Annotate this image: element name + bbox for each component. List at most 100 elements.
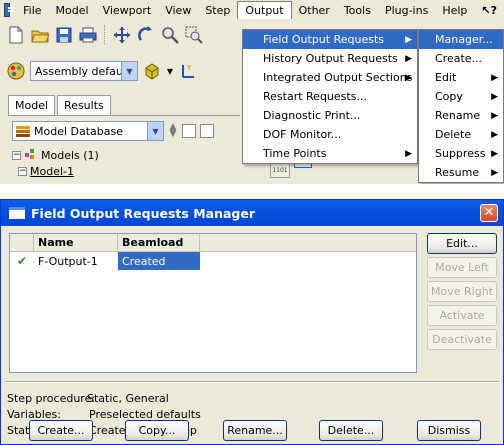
- menu-item-label: Time Points: [263, 147, 327, 160]
- dismiss-button[interactable]: Dismiss: [417, 420, 481, 441]
- rename-button[interactable]: Rename...: [223, 420, 287, 441]
- tab-results[interactable]: Results: [57, 95, 111, 115]
- open-folder-icon[interactable]: [30, 25, 50, 45]
- menu-item-dof-monitor[interactable]: DOF Monitor...: [243, 125, 417, 144]
- print-icon[interactable]: [78, 25, 98, 45]
- column-header-beamload[interactable]: Beamload: [118, 234, 200, 251]
- submenu-arrow-icon: ▶: [405, 53, 412, 64]
- model-tree: − Models (1) − Model-1: [12, 147, 99, 179]
- menu-item-diagnostic-print[interactable]: Diagnostic Print...: [243, 106, 417, 125]
- table-header: Name Beamload: [10, 234, 416, 252]
- menu-item-label: History Output Requests: [263, 52, 398, 65]
- box-zoom-icon[interactable]: [184, 25, 204, 45]
- menu-item-label: Resume: [435, 166, 480, 179]
- triad-icon[interactable]: Y: [178, 61, 198, 81]
- menu-model[interactable]: Model: [49, 2, 96, 19]
- submenu-arrow-icon: ▶: [491, 129, 498, 140]
- tree-row-models[interactable]: − Models (1): [12, 147, 99, 163]
- collapse-icon[interactable]: −: [18, 166, 27, 176]
- new-file-icon[interactable]: [6, 25, 26, 45]
- chevron-down-icon[interactable]: ▼: [121, 62, 137, 80]
- assembly-defaults-combo[interactable]: Assembly defaults ▼: [30, 61, 138, 81]
- menu-item-label: Integrated Output Sections: [263, 71, 413, 84]
- menu-item-label: Suppress: [435, 147, 486, 160]
- tree-filter-icon[interactable]: [182, 124, 196, 138]
- menu-item-label: Edit: [435, 71, 457, 84]
- create-button[interactable]: Create...: [29, 420, 93, 441]
- active-check-icon: ✔: [16, 254, 28, 268]
- menu-item-resume[interactable]: Resume ▶: [419, 163, 503, 182]
- app-menu-icon[interactable]: [4, 3, 15, 17]
- tab-model[interactable]: Model: [8, 95, 56, 115]
- menu-item-edit[interactable]: Edit ▶: [419, 68, 503, 87]
- copy-button[interactable]: Copy...: [125, 420, 189, 441]
- rotate-icon[interactable]: [136, 25, 156, 45]
- info-label: Variables:: [7, 407, 61, 421]
- menu-help[interactable]: Help: [435, 2, 474, 19]
- column-header-name[interactable]: Name: [34, 234, 118, 251]
- row-beamload-cell[interactable]: Created: [118, 252, 200, 270]
- dialog-titlebar[interactable]: Field Output Requests Manager ✕: [1, 200, 503, 226]
- table-row[interactable]: ✔ F-Output-1 Created: [10, 252, 416, 270]
- close-button[interactable]: ✕: [480, 204, 498, 222]
- collapse-icon[interactable]: −: [12, 150, 21, 160]
- check-column-header: [10, 234, 34, 251]
- whats-this-help-icon[interactable]: ↖?: [474, 2, 504, 19]
- edit-button[interactable]: Edit...: [427, 233, 497, 254]
- render-toolbar: Assembly defaults ▼ ▼ Y: [0, 58, 240, 84]
- menu-item-restart-requests[interactable]: Restart Requests...: [243, 87, 417, 106]
- submenu-arrow-icon: ▶: [405, 34, 412, 45]
- delete-button[interactable]: Delete...: [319, 420, 383, 441]
- menu-other[interactable]: Other: [292, 2, 337, 19]
- up-down-arrows-icon[interactable]: ▲ ▼: [168, 123, 178, 139]
- row-name-cell[interactable]: F-Output-1: [34, 252, 118, 270]
- tree-options-icon[interactable]: [200, 124, 214, 138]
- menu-output[interactable]: Output: [237, 1, 292, 19]
- menu-item-label: Create...: [435, 52, 483, 65]
- menu-item-field-output-requests[interactable]: Field Output Requests ▶: [243, 30, 417, 49]
- models-icon: [24, 147, 38, 164]
- menu-file[interactable]: File: [16, 2, 48, 19]
- menu-item-copy[interactable]: Copy ▶: [419, 87, 503, 106]
- menu-item-label: Diagnostic Print...: [263, 109, 361, 122]
- menu-item-label: DOF Monitor...: [263, 128, 342, 141]
- color-code-icon[interactable]: [6, 61, 26, 81]
- menu-item-label: Rename: [435, 109, 481, 122]
- chevron-down-icon[interactable]: ▼: [147, 122, 163, 140]
- menu-item-create[interactable]: Create...: [419, 49, 503, 68]
- abaqus-main-window: File Model Viewport View Step Output Oth…: [0, 0, 504, 184]
- menu-item-manager[interactable]: Manager...: [419, 30, 503, 49]
- pan-icon[interactable]: [112, 25, 132, 45]
- deactivate-button[interactable]: Deactivate: [427, 329, 497, 350]
- svg-text:Y: Y: [186, 64, 192, 72]
- zoom-icon[interactable]: [160, 25, 180, 45]
- info-label: Step procedure:: [7, 391, 96, 405]
- menu-step[interactable]: Step: [198, 2, 237, 19]
- submenu-arrow-icon: ▶: [491, 91, 498, 102]
- menu-item-time-points[interactable]: Time Points ▶: [243, 144, 417, 163]
- menu-item-integrated-output-sections[interactable]: Integrated Output Sections ▶: [243, 68, 417, 87]
- submenu-arrow-icon: ▶: [491, 167, 498, 178]
- menu-view[interactable]: View: [158, 2, 198, 19]
- menu-item-rename[interactable]: Rename ▶: [419, 106, 503, 125]
- tree-row-model-1[interactable]: − Model-1: [12, 163, 99, 179]
- field-output-requests-manager-dialog: Field Output Requests Manager ✕ Name Bea…: [0, 199, 504, 445]
- menu-tools[interactable]: Tools: [337, 2, 378, 19]
- activate-button[interactable]: Activate: [427, 305, 497, 326]
- save-icon[interactable]: [54, 25, 74, 45]
- menu-plugins[interactable]: Plug-ins: [378, 2, 435, 19]
- menu-viewport[interactable]: Viewport: [96, 2, 159, 19]
- tree-item-label: Models (1): [41, 148, 99, 162]
- menu-item-history-output-requests[interactable]: History Output Requests ▶: [243, 49, 417, 68]
- output-menu: Field Output Requests ▶ History Output Re…: [242, 29, 418, 164]
- render-style-dropdown-icon[interactable]: ▼: [166, 61, 174, 81]
- move-right-button[interactable]: Move Right: [427, 281, 497, 302]
- menu-item-delete[interactable]: Delete ▶: [419, 125, 503, 144]
- submenu-arrow-icon: ▶: [405, 72, 412, 83]
- move-left-button[interactable]: Move Left: [427, 257, 497, 278]
- info-value: Preselected defaults: [89, 407, 201, 421]
- model-database-combo[interactable]: Model Database ▼: [12, 121, 164, 141]
- toolbar-separator: [104, 25, 106, 45]
- render-style-icon[interactable]: [142, 61, 162, 81]
- menu-item-suppress[interactable]: Suppress ▶: [419, 144, 503, 163]
